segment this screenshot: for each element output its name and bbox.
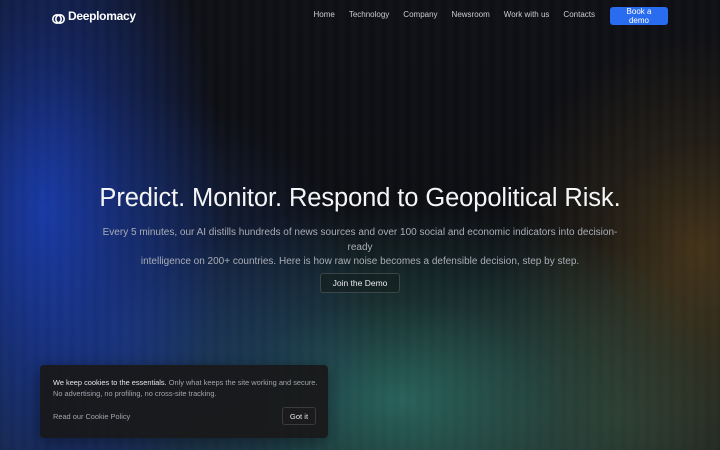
nav-item-work-with-us[interactable]: Work with us bbox=[504, 10, 550, 19]
join-demo-button[interactable]: Join the Demo bbox=[320, 273, 400, 293]
hero-subtitle-line-1: Every 5 minutes, our AI distills hundred… bbox=[102, 227, 618, 253]
deeplomacy-logo-icon bbox=[52, 11, 65, 24]
nav-item-technology[interactable]: Technology bbox=[349, 10, 389, 19]
book-demo-button[interactable]: Book a demo bbox=[610, 7, 668, 25]
cookie-message: We keep cookies to the essentials. Only … bbox=[53, 377, 319, 399]
cookie-heading: We keep cookies to the essentials. bbox=[53, 378, 167, 387]
hero-title: Predict. Monitor. Respond to Geopolitica… bbox=[99, 184, 621, 212]
brand-name: Deeplomacy bbox=[68, 9, 136, 23]
nav-item-contacts[interactable]: Contacts bbox=[563, 10, 595, 19]
nav-item-company[interactable]: Company bbox=[403, 10, 437, 19]
nav-menu: Home Technology Company Newsroom Work wi… bbox=[313, 10, 595, 19]
hero-subtitle-line-2: intelligence on 200+ countries. Here is … bbox=[140, 256, 580, 267]
brand-logo[interactable]: Deeplomacy bbox=[52, 9, 136, 24]
cookie-accept-button[interactable]: Got it bbox=[282, 407, 316, 425]
nav-item-home[interactable]: Home bbox=[313, 10, 334, 19]
nav-item-newsroom[interactable]: Newsroom bbox=[452, 10, 490, 19]
cookie-policy-link[interactable]: Read our Cookie Policy bbox=[53, 412, 130, 421]
top-navigation: Deeplomacy Home Technology Company Newsr… bbox=[0, 0, 720, 32]
hero-subtitle: Every 5 minutes, our AI distills hundred… bbox=[100, 226, 620, 270]
cookie-banner: We keep cookies to the essentials. Only … bbox=[40, 365, 328, 438]
